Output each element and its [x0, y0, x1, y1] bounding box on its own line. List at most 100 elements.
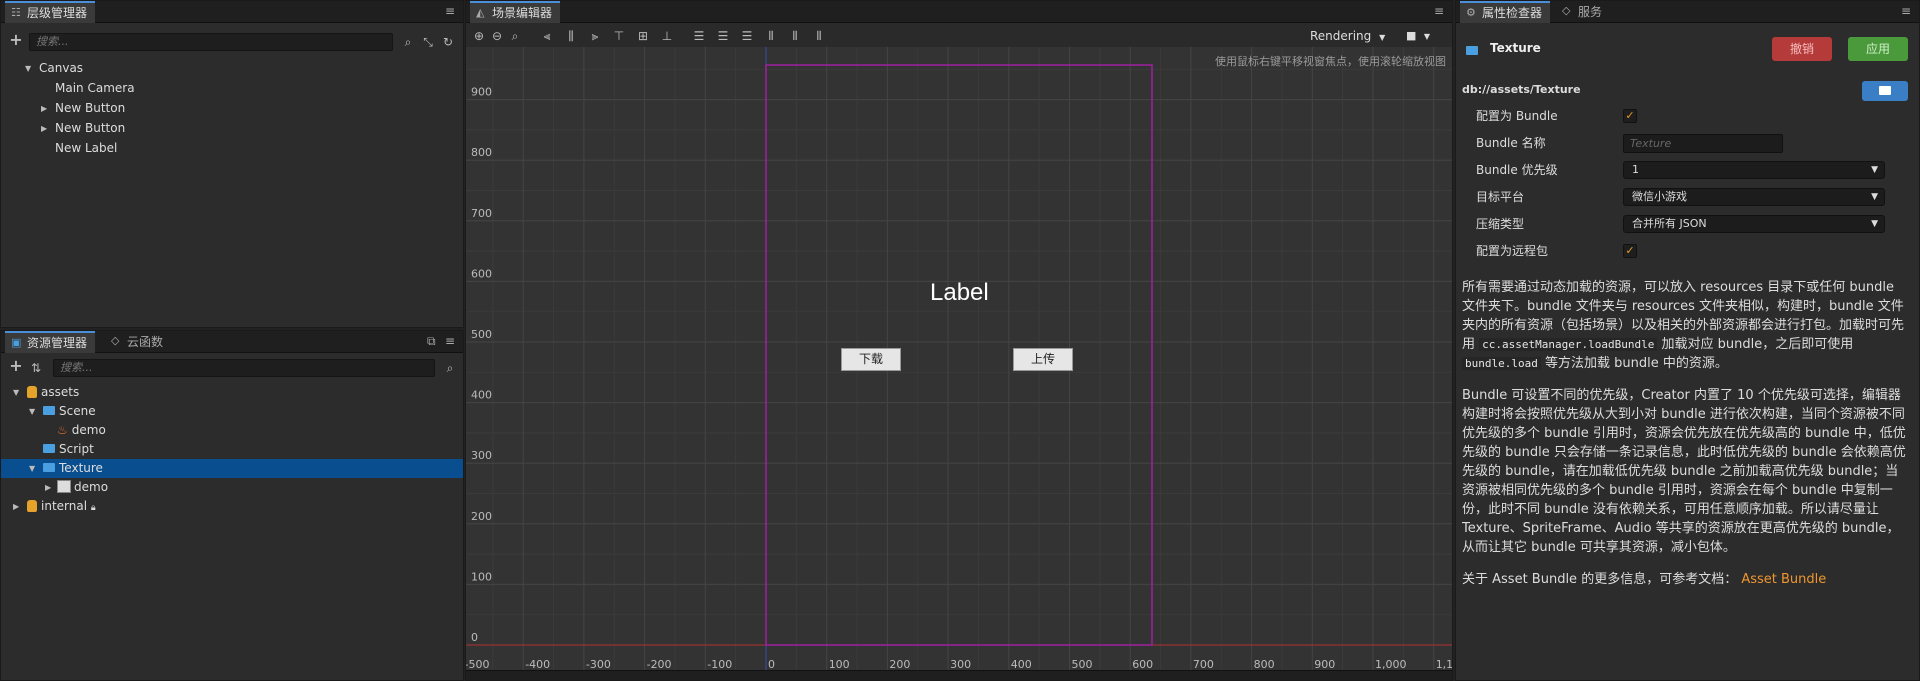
folder-icon [43, 444, 55, 453]
scene-viewport[interactable]: 900 800 700 600 500 400 300 200 100 0 -500 -400 -300… [466, 47, 1452, 670]
tree-item-texture[interactable]: ▼ Texture [1, 459, 463, 478]
scene-label-node[interactable]: Label [930, 279, 989, 307]
distribute-hcenter-icon[interactable]: ⫴ [788, 29, 802, 43]
hierarchy-search-input[interactable]: 搜索... [29, 33, 393, 51]
camera-dropdown[interactable]: ■ ▼ [1406, 28, 1430, 44]
assets-toolbar: + ⇅ 搜索... ⌕ [1, 357, 463, 379]
tree-item-main-camera[interactable]: Main Camera [1, 79, 463, 98]
assets-tabbar: ▣ 资源管理器 ◇ 云函数 ⧉ ≡ [1, 331, 463, 353]
tree-item-label: New Label [55, 141, 118, 155]
assets-icon: ▣ [11, 336, 22, 349]
tree-item-new-label[interactable]: New Label [1, 139, 463, 158]
asset-bundle-doc-link[interactable]: Asset Bundle [1741, 572, 1826, 587]
bundle-name-input[interactable]: Texture [1623, 134, 1783, 153]
align-bottom-icon[interactable]: ⊥ [660, 29, 674, 43]
tab-cloud-label: 云函数 [127, 335, 164, 349]
collapse-arrow-icon[interactable]: ▶ [41, 99, 47, 118]
tab-scene-editor[interactable]: ◭ 场景编辑器 [470, 1, 561, 23]
tree-item-canvas[interactable]: ▼ Canvas [1, 59, 463, 78]
x-tick-label: 100 [829, 658, 850, 670]
priority-select[interactable]: 1 ▼ [1623, 161, 1885, 179]
expand-arrow-icon[interactable]: ▼ [13, 383, 19, 402]
remote-checkbox[interactable]: ✓ [1623, 244, 1637, 258]
align-right-icon[interactable]: ⫸ [588, 29, 602, 43]
align-hcenter-icon[interactable]: ⫼ [564, 29, 578, 43]
collapse-arrow-icon[interactable]: ▶ [45, 478, 51, 497]
hierarchy-tabbar: ☷ 层级管理器 ≡ [1, 1, 463, 23]
rendering-dropdown[interactable]: Rendering ▼ [1310, 28, 1385, 44]
search-icon[interactable]: ⌕ [443, 361, 457, 375]
popout-icon[interactable]: ⧉ [427, 335, 439, 347]
distribute-left-icon[interactable]: ⫴ [764, 29, 778, 43]
scene-toolbar: ⊕ ⊖ ⌕ ⫷ ⫼ ⫸ ⊤ ⊞ ⊥ ☰ ☰ ☰ ⫴ ⫴ ⫴ Rendering … [466, 25, 1452, 47]
zoom-in-icon[interactable]: ⊕ [472, 29, 486, 43]
align-vcenter-icon[interactable]: ⊞ [636, 29, 650, 43]
expand-arrow-icon[interactable]: ▼ [25, 59, 31, 78]
tab-services[interactable]: ◇ 服务 [1556, 1, 1610, 23]
tree-item-scene[interactable]: ▼ Scene [1, 402, 463, 421]
tree-item-internal[interactable]: ▶ internal 🔒︎ [1, 497, 463, 516]
database-icon [27, 385, 37, 398]
open-folder-button[interactable] [1862, 81, 1908, 101]
tree-item-label: Texture [59, 461, 103, 475]
inspector-header: Texture 撤销 应用 [1456, 37, 1919, 61]
tree-item-new-button-1[interactable]: ▶ New Button [1, 99, 463, 118]
panel-menu-icon[interactable]: ≡ [1434, 5, 1446, 17]
search-icon[interactable]: ⌕ [401, 35, 415, 49]
tree-item-scene-demo[interactable]: ♨ demo [1, 421, 463, 440]
sort-icon[interactable]: ⇅ [29, 361, 43, 375]
tree-item-label: Script [59, 442, 94, 456]
collapse-arrow-icon[interactable]: ▶ [41, 119, 47, 138]
tab-cloud-functions[interactable]: ◇ 云函数 [105, 331, 171, 353]
compress-select[interactable]: 合并所有 JSON ▼ [1623, 215, 1885, 233]
tree-item-script[interactable]: Script [1, 440, 463, 459]
x-tick-label: 200 [889, 658, 910, 670]
add-asset-icon[interactable]: + [9, 358, 23, 374]
is-bundle-checkbox[interactable]: ✓ [1623, 109, 1637, 123]
add-node-icon[interactable]: + [9, 32, 23, 48]
tab-assets[interactable]: ▣ 资源管理器 [5, 331, 96, 353]
expand-arrow-icon[interactable]: ▼ [29, 459, 35, 478]
select-value: 1 [1632, 163, 1639, 176]
apply-button[interactable]: 应用 [1848, 37, 1908, 61]
align-top-icon[interactable]: ⊤ [612, 29, 626, 43]
distribute-top-icon[interactable]: ☰ [692, 29, 706, 43]
align-left-icon[interactable]: ⫷ [540, 29, 554, 43]
chevron-down-icon: ▼ [1379, 33, 1386, 42]
tab-services-label: 服务 [1578, 5, 1603, 19]
panel-menu-icon[interactable]: ≡ [1901, 5, 1913, 17]
upload-button[interactable]: 上传 [1013, 348, 1073, 371]
collapse-arrow-icon[interactable]: ▶ [13, 497, 19, 516]
y-tick-label: 0 [471, 631, 478, 644]
tree-item-new-button-2[interactable]: ▶ New Button [1, 119, 463, 138]
panel-menu-icon[interactable]: ≡ [445, 5, 457, 17]
scene-bottom-strip [466, 670, 1452, 680]
download-button[interactable]: 下载 [841, 348, 901, 371]
platform-select[interactable]: 微信小游戏 ▼ [1623, 188, 1885, 206]
description-paragraph-1: 所有需要通过动态加载的资源，可以放入 resources 目录下或任何 bund… [1462, 278, 1911, 373]
revert-button[interactable]: 撤销 [1772, 37, 1832, 61]
distribute-right-icon[interactable]: ⫴ [812, 29, 826, 43]
zoom-reset-icon[interactable]: ⌕ [508, 29, 522, 43]
scene-panel: ◭ 场景编辑器 ≡ ⊕ ⊖ ⌕ ⫷ ⫼ ⫸ ⊤ ⊞ ⊥ ☰ ☰ ☰ ⫴ ⫴ ⫴ … [465, 0, 1453, 681]
y-tick-label: 500 [471, 328, 492, 341]
tab-inspector[interactable]: ⚙ 属性检查器 [1460, 1, 1551, 23]
tree-item-label: demo [74, 480, 109, 494]
tab-assets-label: 资源管理器 [27, 336, 88, 350]
inspector-panel: ⚙ 属性检查器 ◇ 服务 ≡ Texture 撤销 应用 db://assets… [1455, 0, 1920, 681]
refresh-icon[interactable]: ↻ [441, 35, 455, 49]
internal-root: internal 🔒︎ [27, 497, 96, 518]
distribute-bottom-icon[interactable]: ☰ [740, 29, 754, 43]
expand-arrow-icon[interactable]: ▼ [29, 402, 35, 421]
x-tick-label: 1,000 [1375, 658, 1407, 670]
panel-menu-icon[interactable]: ≡ [445, 335, 457, 347]
tree-item-assets[interactable]: ▼ assets [1, 383, 463, 402]
scene-folder: Scene [43, 402, 96, 421]
zoom-out-icon[interactable]: ⊖ [490, 29, 504, 43]
assets-search-input[interactable]: 搜索... [53, 359, 435, 377]
tab-hierarchy[interactable]: ☷ 层级管理器 [5, 1, 96, 23]
distribute-vcenter-icon[interactable]: ☰ [716, 29, 730, 43]
locate-icon[interactable]: ⤡ [421, 35, 435, 49]
prop-label: 压缩类型 [1476, 217, 1525, 231]
tree-item-texture-demo[interactable]: ▶ demo [1, 478, 463, 497]
